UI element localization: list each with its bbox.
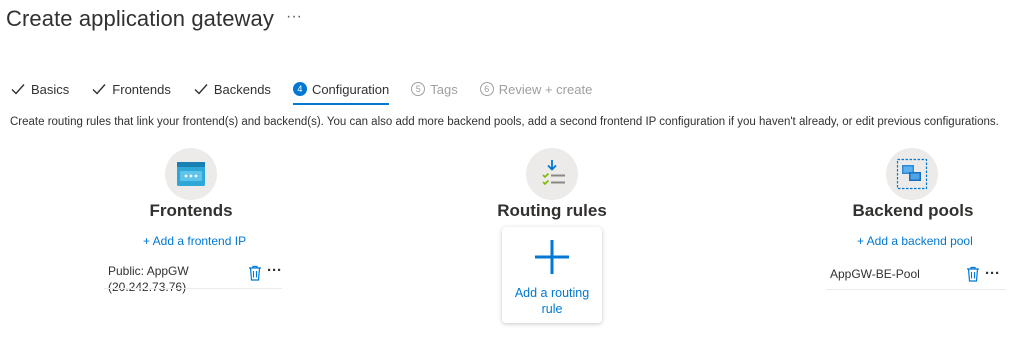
tab-label: Review + create xyxy=(498,81,593,97)
tab-basics[interactable]: Basics xyxy=(10,78,69,100)
routing-rules-icon xyxy=(542,160,565,186)
frontends-title: Frontends xyxy=(149,201,233,220)
tab-tags[interactable]: 5 Tags xyxy=(411,78,458,100)
more-options-icon[interactable]: ··· xyxy=(985,266,1000,282)
backend-pool-icon xyxy=(896,158,928,190)
tab-label: Configuration xyxy=(311,81,390,97)
more-options-icon[interactable]: ··· xyxy=(286,8,302,26)
add-routing-rule-button[interactable]: Add a routing rule xyxy=(502,227,602,323)
active-tab-indicator xyxy=(292,103,390,105)
tab-review-create[interactable]: 6 Review + create xyxy=(479,78,593,100)
tab-label: Frontends xyxy=(112,81,171,97)
configuration-description: Create routing rules that link your fron… xyxy=(10,116,999,128)
step-number-badge: 5 xyxy=(411,82,426,96)
plus-icon xyxy=(535,240,569,274)
frontend-item-text: Public: AppGW (20.242.73.76) xyxy=(108,263,238,295)
delete-icon[interactable] xyxy=(966,266,980,282)
backend-pools-title: Backend pools xyxy=(852,201,974,220)
routing-rules-icon-container xyxy=(526,148,578,200)
tab-frontends[interactable]: Frontends xyxy=(91,78,171,100)
tab-backends[interactable]: Backends xyxy=(193,78,271,100)
divider xyxy=(826,289,1006,290)
backend-pool-icon-container xyxy=(886,148,938,200)
add-routing-rule-label: Add a routing rule xyxy=(514,286,590,316)
tab-label: Tags xyxy=(430,81,458,97)
routing-rules-title: Routing rules xyxy=(497,201,607,220)
frontend-item-name: Public: AppGW xyxy=(108,264,189,278)
add-frontend-ip-link[interactable]: + Add a frontend IP xyxy=(143,234,246,248)
frontend-item-ip: (20.242.73.76) xyxy=(108,280,187,294)
checkmark-icon xyxy=(11,84,25,95)
add-backend-pool-link[interactable]: + Add a backend pool xyxy=(857,234,973,248)
backend-list-item[interactable]: AppGW-BE-Pool ··· xyxy=(830,266,1000,282)
frontend-icon-container xyxy=(165,148,217,200)
backend-item-name: AppGW-BE-Pool xyxy=(830,267,920,281)
divider xyxy=(104,288,282,289)
step-number-badge: 4 xyxy=(292,82,307,96)
tab-label: Backends xyxy=(213,81,271,97)
delete-icon[interactable] xyxy=(248,265,262,281)
more-options-icon[interactable]: ··· xyxy=(267,263,282,279)
tab-label: Basics xyxy=(31,81,70,97)
wizard-tabs: Basics Frontends Backends 4 Configuratio… xyxy=(10,78,614,105)
checkmark-icon xyxy=(194,84,208,95)
step-number-badge: 6 xyxy=(479,82,494,96)
page-title: Create application gateway xyxy=(6,6,274,31)
tab-configuration[interactable]: 4 Configuration xyxy=(292,78,390,105)
checkmark-icon xyxy=(92,84,106,95)
frontend-icon xyxy=(177,162,205,186)
frontend-list-item[interactable]: Public: AppGW (20.242.73.76) ··· xyxy=(108,263,282,295)
